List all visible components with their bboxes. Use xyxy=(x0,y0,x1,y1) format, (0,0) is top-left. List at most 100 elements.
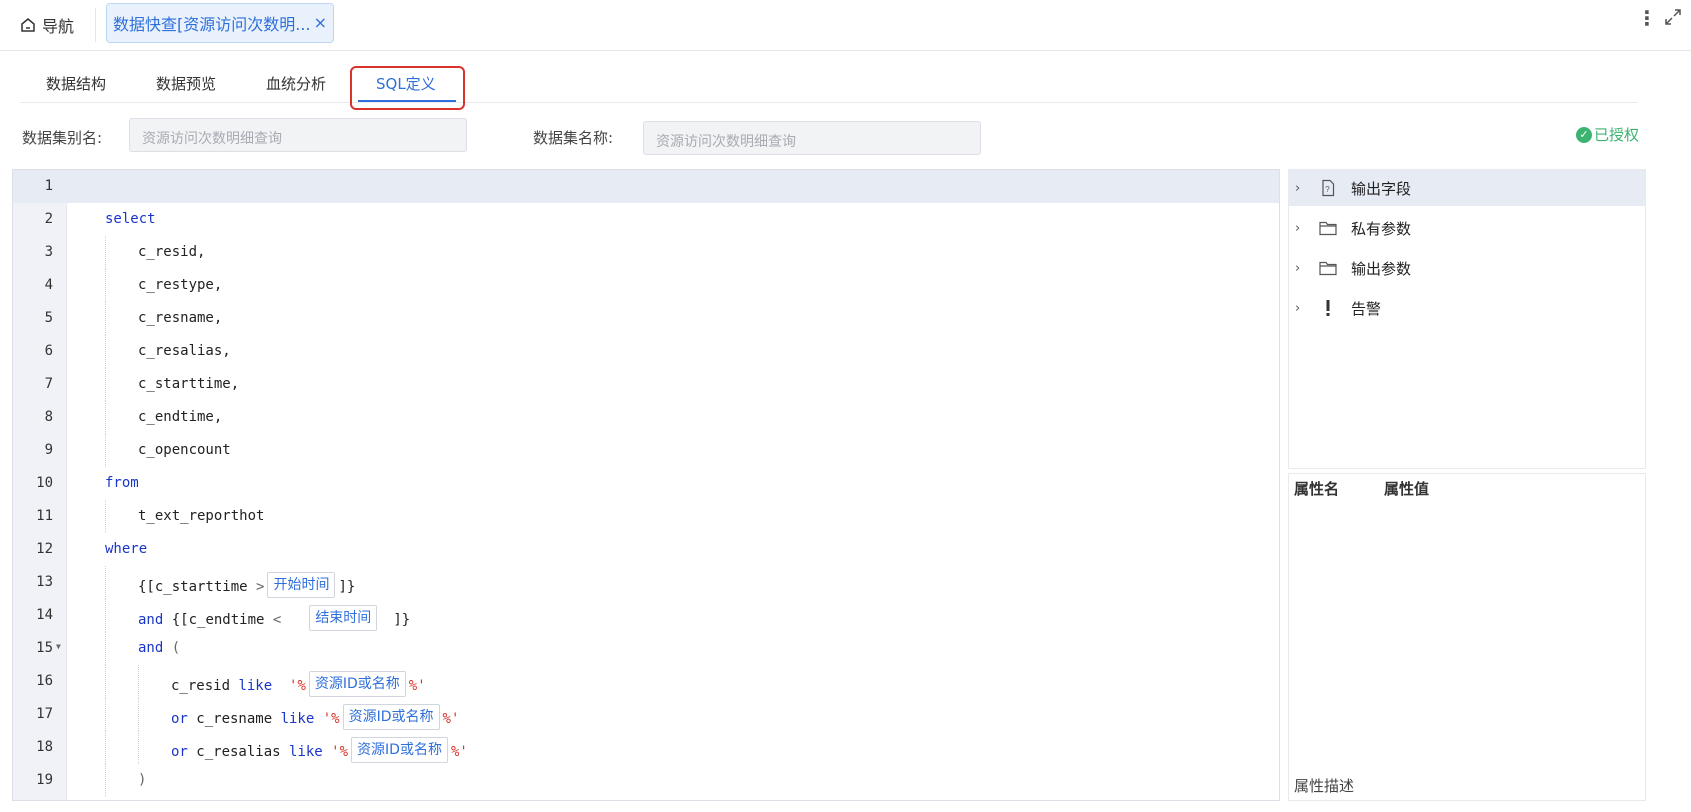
sql-column: c_restype, xyxy=(138,277,223,293)
code-line[interactable]: 8 c_endtime, xyxy=(13,401,1279,434)
line-number: 3 xyxy=(44,244,53,260)
code-text: {[c_starttime xyxy=(138,579,257,595)
code-line[interactable]: 2 select xyxy=(13,203,1279,236)
fullscreen-icon[interactable] xyxy=(1664,8,1682,31)
sql-editor[interactable]: 1 2 select 3 c_resid, 4 c_restype, 5 c_r… xyxy=(12,169,1280,801)
code-line[interactable]: 16 c_resid like '% 资源ID或名称 %' xyxy=(13,665,1279,698)
code-line[interactable]: 13 {[c_starttime > 开始时间]} xyxy=(13,566,1279,599)
code-line[interactable]: 7 c_starttime, xyxy=(13,368,1279,401)
code-line[interactable]: 9 c_opencount xyxy=(13,434,1279,467)
string-literal: '% xyxy=(289,678,306,694)
code-text: ]} xyxy=(393,612,411,628)
exclamation-icon xyxy=(1319,299,1341,317)
property-grid: 属性名 属性值 属性描述 xyxy=(1288,473,1646,801)
sql-keyword: like xyxy=(289,744,323,760)
chevron-right-icon[interactable]: › xyxy=(1295,181,1307,196)
top-bar: 导航 数据快查[资源访问次数明... × ⋮ xyxy=(0,0,1691,51)
home-icon xyxy=(21,18,35,32)
fold-arrow-icon[interactable]: ▼ xyxy=(56,642,61,651)
tree-item-output-params[interactable]: › 输出参数 xyxy=(1289,250,1645,286)
more-vertical-icon[interactable]: ⋮ xyxy=(1637,6,1657,30)
code-line[interactable]: 18 or c_resalias like '% 资源ID或名称 %' xyxy=(13,731,1279,764)
tree-item-label: 私有参数 xyxy=(1351,219,1412,238)
line-number: 16 xyxy=(36,673,53,689)
line-number: 15 xyxy=(36,640,53,656)
code-text: ) xyxy=(138,772,147,788)
home-nav[interactable]: 导航 xyxy=(20,10,74,40)
indent-guide xyxy=(105,599,106,632)
code-line[interactable]: 14 and {[c_endtime < 结束时间]} xyxy=(13,599,1279,632)
open-tab-label: 数据快查[资源访问次数明... xyxy=(113,15,311,34)
sql-keyword: select xyxy=(105,211,156,227)
sql-column: c_endtime, xyxy=(138,409,223,425)
sql-keyword: like xyxy=(280,711,315,727)
code-text: {[c_endtime xyxy=(163,612,273,628)
chevron-right-icon[interactable]: › xyxy=(1295,261,1307,276)
tree-item-alerts[interactable]: › 告警 xyxy=(1289,290,1645,326)
code-line[interactable]: 17 or c_resname like '% 资源ID或名称 %' xyxy=(13,698,1279,731)
line-number: 18 xyxy=(36,739,53,755)
code-line[interactable]: 6 c_resalias, xyxy=(13,335,1279,368)
sql-table: t_ext_reporthot xyxy=(138,508,265,524)
sql-column: c_resid, xyxy=(138,244,206,260)
code-line[interactable]: 3 c_resid, xyxy=(13,236,1279,269)
divider xyxy=(95,8,96,42)
string-literal: %' xyxy=(408,678,426,694)
sql-column: c_starttime, xyxy=(138,376,240,392)
indent-guide xyxy=(138,665,139,698)
close-icon[interactable]: × xyxy=(314,13,327,32)
tree-item-label: 输出参数 xyxy=(1351,259,1412,278)
folder-icon xyxy=(1319,260,1341,276)
indent-guide xyxy=(138,698,139,731)
param-resource[interactable]: 资源ID或名称 xyxy=(351,737,448,763)
param-end-time[interactable]: 结束时间 xyxy=(309,605,378,631)
code-line[interactable]: 19 ) xyxy=(13,764,1279,797)
param-resource[interactable]: 资源ID或名称 xyxy=(342,704,440,730)
param-start-time[interactable]: 开始时间 xyxy=(267,572,336,598)
line-number: 19 xyxy=(36,772,53,788)
chevron-right-icon[interactable]: › xyxy=(1295,221,1307,236)
sql-keyword: like xyxy=(238,678,273,694)
code-line[interactable]: 10 from xyxy=(13,467,1279,500)
tree-item-private-params[interactable]: › 私有参数 xyxy=(1289,210,1645,246)
param-resource[interactable]: 资源ID或名称 xyxy=(308,671,406,697)
auth-status: ✓ 已授权 xyxy=(1576,124,1639,145)
indent-guide xyxy=(105,335,106,368)
indent-guide xyxy=(105,368,106,401)
chevron-right-icon[interactable]: › xyxy=(1295,301,1307,316)
definition-tree: › ? 输出字段 › 私有参数 › 输出参数 › 告警 xyxy=(1288,169,1646,469)
name-label: 数据集名称: xyxy=(533,129,614,147)
line-number: 10 xyxy=(36,475,53,491)
code-text: c_resid xyxy=(171,678,239,694)
code-line[interactable]: 11 t_ext_reporthot xyxy=(13,500,1279,533)
code-line[interactable]: 15 ▼ and ( xyxy=(13,632,1279,665)
code-line[interactable]: 4 c_restype, xyxy=(13,269,1279,302)
sql-keyword: or xyxy=(171,711,188,727)
indent-guide xyxy=(105,269,106,302)
tab-lineage[interactable]: 血统分析 xyxy=(266,73,326,94)
sql-column: c_resname, xyxy=(138,310,223,326)
highlight-annotation xyxy=(350,66,465,110)
open-tab[interactable]: 数据快查[资源访问次数明... × xyxy=(106,3,334,43)
subtab-bar: 数据结构 数据预览 血统分析 SQL定义 xyxy=(20,66,1638,103)
code-line[interactable]: 5 c_resname, xyxy=(13,302,1279,335)
tab-data-structure[interactable]: 数据结构 xyxy=(46,73,106,94)
tab-data-preview[interactable]: 数据预览 xyxy=(156,73,216,94)
indent-guide xyxy=(105,500,106,533)
name-field[interactable]: 资源访问次数明细查询 xyxy=(643,121,981,155)
indent-guide xyxy=(105,764,106,797)
line-number: 13 xyxy=(36,574,53,590)
code-line[interactable]: 1 xyxy=(13,170,1279,203)
code-line[interactable]: 12 where xyxy=(13,533,1279,566)
sql-column: c_opencount xyxy=(138,442,231,458)
tree-item-output-fields[interactable]: › ? 输出字段 xyxy=(1289,170,1645,206)
indent-guide xyxy=(138,731,139,764)
tree-item-label: 输出字段 xyxy=(1351,179,1412,198)
line-number: 1 xyxy=(44,178,53,194)
indent-guide xyxy=(105,302,106,335)
unknown-file-icon: ? xyxy=(1319,179,1341,197)
alias-field[interactable]: 资源访问次数明细查询 xyxy=(129,118,467,152)
line-number: 17 xyxy=(36,706,53,722)
line-number: 2 xyxy=(44,211,53,227)
code-text: c_resalias xyxy=(187,744,290,760)
